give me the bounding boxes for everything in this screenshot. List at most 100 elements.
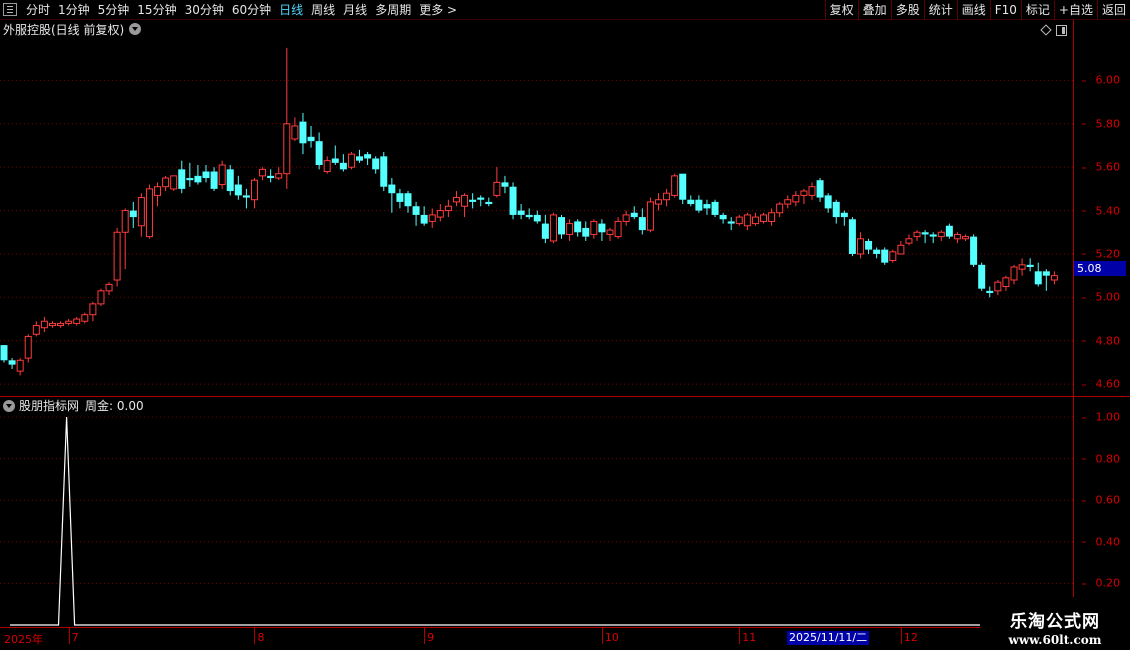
candle [646,197,654,233]
candle-body [452,197,460,203]
candle-body [364,154,372,159]
period-tab-5[interactable]: 60分钟 [228,0,275,20]
candle [654,193,662,211]
candle-body [493,181,501,196]
candle [913,230,921,241]
candle [606,227,614,241]
period-tab-9[interactable]: 多周期 [371,0,415,20]
candle [703,199,711,215]
candle [598,219,606,241]
candle [808,182,816,200]
candle [315,132,323,170]
candle-body [501,182,509,187]
candle [848,217,856,257]
candle [509,182,517,220]
diamond-icon[interactable] [1040,24,1052,36]
candle-body [840,212,848,218]
period-tab-2[interactable]: 5分钟 [94,0,134,20]
candle-body [832,201,840,218]
period-tab-6[interactable]: 日线 [275,0,307,20]
candle [178,160,186,194]
candle-body [1002,277,1010,288]
candle-body [1034,271,1042,285]
candle [291,117,299,142]
candle-body [8,360,16,365]
candle-body [566,223,574,235]
candle-body [32,325,40,335]
candle-body [347,153,355,168]
period-tab-10[interactable]: 更多 > [415,0,461,20]
action-button-4[interactable]: 画线 [956,0,990,20]
candle [881,247,889,265]
watermark: 乐淘公式网 www.60lt.com [980,598,1130,650]
date-label: 9 [427,631,435,644]
candle [307,125,315,148]
candle-body [582,227,590,237]
candle [574,219,582,237]
candle [436,204,444,222]
candle [889,249,897,263]
candle [404,191,412,213]
candle [1050,271,1058,285]
action-button-1[interactable]: 叠加 [857,0,891,20]
date-tick [424,628,426,644]
dropdown-icon[interactable] [129,23,142,35]
candle-body [0,345,8,361]
candle [226,165,234,196]
price-axis-label: 5.40 [1081,204,1120,218]
candle-body [687,199,695,205]
candle-body [57,322,65,327]
candle-body [525,214,533,218]
candle [1010,264,1018,285]
candle-body [760,214,768,222]
indicator-dropdown-icon[interactable] [3,399,15,412]
action-button-8[interactable]: 返回 [1096,0,1130,20]
indicator-chart[interactable] [0,397,1073,627]
candle-body [848,219,856,254]
candle [929,232,937,244]
period-tab-0[interactable]: 分时 [22,0,54,20]
candle-body [396,193,404,202]
candle-body [40,320,48,329]
candle [558,214,566,239]
period-tab-1[interactable]: 1分钟 [54,0,94,20]
candle [905,234,913,246]
panel-toggle-icon[interactable] [1056,24,1067,36]
candle-body [170,175,178,190]
action-button-0[interactable]: 复权 [824,0,858,20]
action-button-7[interactable]: +自选 [1053,0,1097,20]
candle-body [541,223,549,239]
period-tab-3[interactable]: 15分钟 [133,0,180,20]
candle-body [622,214,630,222]
action-button-3[interactable]: 统计 [923,0,957,20]
candle-body [121,210,129,233]
candle [743,212,751,231]
candle-body [404,193,412,207]
candle [921,230,929,244]
menu-icon[interactable] [3,3,17,16]
action-button-6[interactable]: 标记 [1020,0,1054,20]
candle-body [1026,264,1034,267]
action-button-5[interactable]: F10 [989,0,1021,20]
current-price-tag: 5.08 [1074,261,1126,276]
candle [485,197,493,207]
candle [194,165,202,185]
candle [452,191,460,207]
candle [751,212,759,226]
candle [945,223,953,239]
candle [428,208,436,228]
candle [372,156,380,174]
candle [824,193,832,213]
candle [16,358,24,376]
candle-body [178,169,186,189]
period-tab-7[interactable]: 周线 [307,0,339,20]
period-tab-8[interactable]: 月线 [339,0,371,20]
period-tab-4[interactable]: 30分钟 [181,0,228,20]
candlestick-chart[interactable] [0,37,1073,395]
date-label: 11 [742,631,757,644]
candle [1018,258,1026,276]
candle [412,201,420,226]
candle-body [218,164,226,186]
action-button-2[interactable]: 多股 [890,0,924,20]
candle-body [315,141,323,166]
